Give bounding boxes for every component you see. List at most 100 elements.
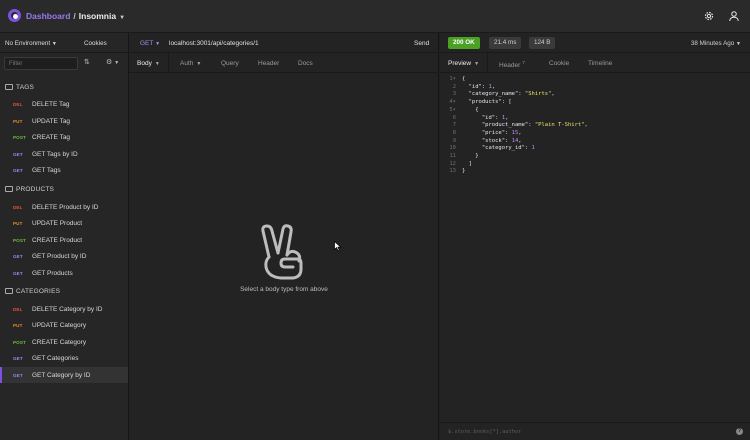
breadcrumb-dashboard-link[interactable]: Dashboard [26, 11, 70, 21]
method-badge: POST [13, 237, 26, 243]
header-count-badge: 7 [522, 60, 525, 65]
tab-label: Preview [448, 60, 472, 67]
request-label: DELETE Category by ID [32, 305, 103, 313]
method-label: GET [140, 40, 154, 47]
cookies-button[interactable]: Cookies [84, 40, 107, 47]
environment-row: No Environment ▼ Cookies [0, 33, 129, 53]
method-badge: GET [13, 372, 23, 378]
method-badge: PUT [13, 322, 23, 328]
create-menu-icon[interactable]: ⚙ ▼ [106, 58, 119, 66]
sort-icon[interactable]: ⇅ [84, 58, 90, 66]
request-label: CREATE Category [32, 338, 87, 346]
tab-timeline[interactable]: Timeline [588, 60, 612, 67]
empty-body-message: Select a body type from above [240, 286, 328, 293]
tab-label: Header [499, 62, 521, 70]
chevron-down-icon: ▼ [474, 61, 480, 67]
request-label: CREATE Tag [32, 133, 71, 141]
request-label: GET Tags by ID [32, 150, 78, 158]
sidebar-item-delete-product-by-id[interactable]: DEL DELETE Product by ID [0, 199, 128, 215]
line-number: 13 [449, 168, 456, 175]
sidebar-item-delete-tag[interactable]: DEL DELETE Tag [0, 96, 128, 112]
settings-gear-icon[interactable] [700, 7, 718, 25]
tab-docs[interactable]: Docs [298, 60, 313, 67]
tab-preview[interactable]: Preview ▼ [448, 60, 479, 67]
help-icon[interactable]: ? [736, 428, 743, 435]
sidebar-item-get-products[interactable]: GET GET Products [0, 265, 128, 281]
method-badge: DEL [13, 101, 23, 107]
mouse-pointer-icon [334, 240, 342, 254]
tab-query[interactable]: Query [221, 60, 239, 67]
response-tabs: Preview ▼ Header 7 Cookie Timeline [440, 53, 750, 73]
environment-selector[interactable]: No Environment ▼ [5, 40, 57, 47]
tab-label: Auth [180, 60, 194, 67]
folder-products[interactable]: PRODUCTS [5, 183, 54, 195]
folder-label: TAGS [16, 83, 35, 91]
chevron-down-icon: ▼ [154, 61, 160, 67]
chevron-down-icon: ▼ [736, 41, 741, 47]
breadcrumb: Dashboard / Insomnia ▼ [26, 11, 125, 21]
chevron-down-icon[interactable]: ▼ [119, 15, 125, 21]
method-badge: GET [13, 355, 23, 361]
sidebar-item-update-tag[interactable]: PUT UPDATE Tag [0, 113, 128, 129]
response-history-dropdown[interactable]: 38 Minutes Ago ▼ [691, 40, 741, 47]
sidebar-item-create-tag[interactable]: POST CREATE Tag [0, 129, 128, 145]
request-label: GET Products [32, 269, 73, 277]
response-pane: 200 OK 21.4 ms 124 B 38 Minutes Ago ▼ Pr… [440, 33, 750, 440]
tab-header[interactable]: Header [258, 60, 279, 67]
method-badge: GET [13, 151, 23, 157]
folder-label: PRODUCTS [16, 185, 55, 193]
tab-label: Body [137, 60, 152, 67]
sidebar-filter-input[interactable]: Filter [4, 57, 78, 70]
breadcrumb-workspace-menu[interactable]: Insomnia [79, 11, 116, 21]
tab-response-header[interactable]: Header 7 [499, 60, 525, 69]
tab-body[interactable]: Body ▼ [137, 60, 160, 67]
code-text: } [462, 168, 466, 175]
chevron-down-icon: ▼ [155, 41, 161, 47]
folder-icon [5, 84, 13, 90]
request-label: UPDATE Product [32, 219, 83, 227]
sidebar-item-get-tags[interactable]: GET GET Tags [0, 162, 128, 178]
tab-divider [168, 53, 169, 73]
tab-auth[interactable]: Auth ▼ [180, 60, 201, 67]
folder-categories[interactable]: CATEGORIES [5, 285, 60, 297]
url-input[interactable]: localhost:3001/api/categories/1 [169, 40, 259, 47]
sidebar-item-get-tags-by-id[interactable]: GET GET Tags by ID [0, 146, 128, 162]
folder-tags[interactable]: TAGS [5, 81, 34, 93]
request-label: GET Categories [32, 354, 79, 362]
sidebar-item-create-product[interactable]: POST CREATE Product [0, 232, 128, 248]
method-badge: GET [13, 270, 23, 276]
response-status-bar: 200 OK 21.4 ms 124 B 38 Minutes Ago ▼ [440, 33, 750, 53]
chevron-down-icon: ▼ [51, 41, 57, 47]
sidebar-item-get-category-by-id[interactable]: GET GET Category by ID [0, 367, 128, 383]
folder-icon [5, 288, 13, 294]
response-age-label: 38 Minutes Ago [690, 40, 735, 47]
top-bar: Dashboard / Insomnia ▼ [0, 0, 750, 33]
request-label: UPDATE Category [32, 321, 87, 329]
request-label: GET Category by ID [32, 371, 91, 379]
insomnia-logo-icon [8, 9, 21, 22]
method-badge: POST [13, 134, 26, 140]
sidebar-item-update-product[interactable]: PUT UPDATE Product [0, 215, 128, 231]
tab-cookie[interactable]: Cookie [549, 60, 569, 67]
response-filter-bar: $.store.books[*].author ? [440, 422, 750, 440]
method-badge: PUT [13, 118, 23, 124]
request-label: UPDATE Tag [32, 117, 71, 125]
response-time-badge: 21.4 ms [489, 37, 522, 49]
method-badge: DEL [13, 306, 23, 312]
account-user-icon[interactable] [725, 7, 743, 25]
sidebar: No Environment ▼ Cookies Filter ⇅ ⚙ ▼ TA… [0, 33, 129, 440]
method-selector[interactable]: GET ▼ [140, 40, 160, 47]
send-button[interactable]: Send [414, 40, 429, 47]
response-filter-input[interactable]: $.store.books[*].author [448, 429, 521, 435]
environment-label: No Environment [5, 40, 51, 47]
method-badge: DEL [13, 204, 23, 210]
sidebar-item-get-categories[interactable]: GET GET Categories [0, 350, 128, 366]
sidebar-item-create-category[interactable]: POST CREATE Category [0, 334, 128, 350]
sidebar-item-update-category[interactable]: PUT UPDATE Category [0, 317, 128, 333]
sidebar-item-get-product-by-id[interactable]: GET GET Product by ID [0, 248, 128, 264]
request-label: GET Tags [32, 166, 61, 174]
sidebar-item-delete-category-by-id[interactable]: DEL DELETE Category by ID [0, 301, 128, 317]
request-label: GET Product by ID [32, 252, 87, 260]
peace-hand-icon [257, 223, 311, 283]
method-badge: POST [13, 339, 26, 345]
